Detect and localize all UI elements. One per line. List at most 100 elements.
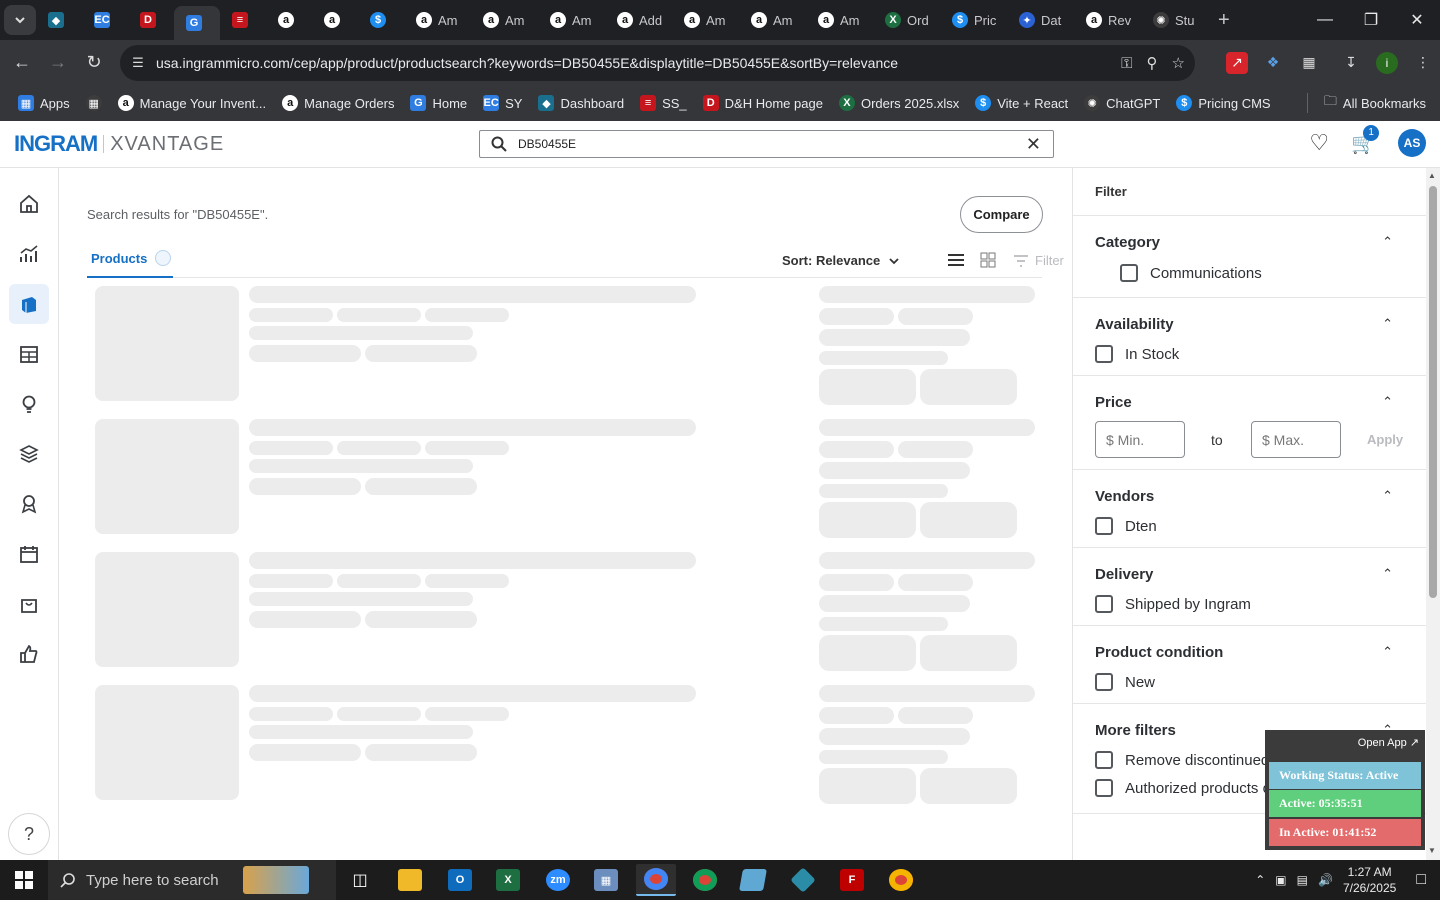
nav-calendar-icon[interactable] bbox=[9, 534, 49, 574]
forward-arrow-icon[interactable]: → bbox=[40, 45, 76, 81]
nav-layers-icon[interactable] bbox=[9, 434, 49, 474]
browser-tab[interactable]: ◆ bbox=[36, 5, 82, 35]
nav-warehouse-icon[interactable] bbox=[9, 334, 49, 374]
browser-tab[interactable]: a bbox=[266, 5, 312, 35]
bookmark-item[interactable]: EC SY bbox=[483, 95, 522, 111]
browser-tab[interactable]: ✦ Dat bbox=[1007, 5, 1074, 35]
browser-tab[interactable]: a Rev bbox=[1074, 5, 1141, 35]
checkbox-communications[interactable]: Communications bbox=[1120, 264, 1262, 282]
checkbox-box[interactable] bbox=[1095, 779, 1113, 797]
checkbox-box[interactable] bbox=[1095, 517, 1113, 535]
price-max-input[interactable]: $ Max. bbox=[1251, 421, 1341, 458]
site-info-icon[interactable]: ☰ bbox=[120, 55, 156, 71]
browser-tab[interactable]: EC bbox=[82, 5, 128, 35]
calculator-icon[interactable]: ▦ bbox=[586, 864, 626, 896]
close-window-icon[interactable]: ✕ bbox=[1394, 0, 1440, 40]
checkbox-box[interactable] bbox=[1120, 264, 1138, 282]
user-avatar[interactable]: AS bbox=[1398, 129, 1426, 157]
browser-tab[interactable]: a Am bbox=[471, 5, 538, 35]
taskbar-search-box[interactable]: Type here to search bbox=[48, 860, 336, 900]
excel-icon[interactable]: X bbox=[488, 864, 528, 896]
scroll-up-arrow-icon[interactable]: ▲ bbox=[1428, 171, 1436, 180]
chevron-up-icon[interactable]: ⌃ bbox=[1382, 234, 1393, 250]
minimize-icon[interactable]: — bbox=[1302, 0, 1348, 40]
browser-tab[interactable]: $ Pric bbox=[940, 5, 1007, 35]
nav-award-icon[interactable] bbox=[9, 484, 49, 524]
price-apply-button[interactable]: Apply bbox=[1367, 432, 1403, 447]
cart-icon[interactable]: 🛒 1 bbox=[1351, 124, 1380, 156]
browser-tab[interactable]: a Add bbox=[605, 5, 672, 35]
filter-button[interactable]: Filter bbox=[1013, 253, 1064, 268]
compare-button[interactable]: Compare bbox=[960, 196, 1043, 233]
bookmark-item[interactable]: $ Pricing CMS bbox=[1176, 95, 1271, 111]
checkbox-box[interactable] bbox=[1095, 345, 1113, 363]
browser-tab[interactable]: a Am bbox=[404, 5, 471, 35]
sort-dropdown[interactable]: Sort: Relevance bbox=[782, 253, 900, 268]
clock[interactable]: 1:27 AM 7/26/2025 bbox=[1343, 864, 1396, 896]
browser-tab[interactable]: G bbox=[174, 6, 220, 40]
profile-avatar[interactable]: i bbox=[1376, 51, 1398, 74]
checkbox-new[interactable]: New bbox=[1095, 673, 1155, 691]
checkbox-shipped-by-ingram[interactable]: Shipped by Ingram bbox=[1095, 595, 1251, 613]
nav-home-icon[interactable] bbox=[9, 184, 49, 224]
browser-tab[interactable]: ✺ Stu bbox=[1141, 5, 1208, 35]
ingram-xvantage-logo[interactable]: INGRAM XVANTAGE bbox=[14, 131, 224, 157]
bookmark-item[interactable]: X Orders 2025.xlsx bbox=[838, 95, 959, 111]
restore-icon[interactable]: ❐ bbox=[1348, 0, 1394, 40]
nav-ideas-bulb-icon[interactable] bbox=[9, 384, 49, 424]
address-bar[interactable]: ☰ usa.ingrammicro.com/cep/app/product/pr… bbox=[120, 45, 1195, 81]
file-explorer-icon[interactable] bbox=[390, 864, 430, 896]
clear-search-icon[interactable]: ✕ bbox=[1026, 134, 1041, 155]
chrome-profile-icon[interactable] bbox=[685, 864, 725, 896]
chrome-icon[interactable] bbox=[636, 864, 676, 896]
wishlist-heart-icon[interactable]: ♡ bbox=[1309, 130, 1329, 156]
page-scrollbar[interactable]: ▲ ▼ bbox=[1426, 168, 1440, 860]
zoom-app-icon[interactable]: zm bbox=[538, 864, 578, 896]
checkbox-in-stock[interactable]: In Stock bbox=[1095, 345, 1179, 363]
bookmark-item[interactable]: ✺ ChatGPT bbox=[1084, 95, 1160, 111]
browser-tab[interactable]: a bbox=[312, 5, 358, 35]
extensions-puzzle-icon[interactable]: ▦ bbox=[1298, 52, 1320, 74]
browser-menu-icon[interactable]: ⋮ bbox=[1412, 52, 1434, 74]
chrome-user-icon[interactable] bbox=[881, 864, 921, 896]
browser-tab[interactable]: a Am bbox=[672, 5, 739, 35]
bookmark-item[interactable]: ◆ Dashboard bbox=[538, 95, 624, 111]
all-bookmarks[interactable]: 🗀 All Bookmarks bbox=[1306, 85, 1426, 121]
bookmark-item[interactable]: ≡ SS_ bbox=[640, 95, 687, 111]
scroll-down-arrow-icon[interactable]: ▼ bbox=[1428, 846, 1436, 855]
grid-view-icon[interactable] bbox=[980, 252, 996, 273]
browser-tab[interactable]: $ bbox=[358, 5, 404, 35]
chevron-up-icon[interactable]: ⌃ bbox=[1382, 644, 1393, 660]
nav-analytics-icon[interactable] bbox=[9, 234, 49, 274]
diamond-app-icon[interactable] bbox=[783, 864, 823, 896]
search-icon[interactable] bbox=[480, 136, 518, 152]
tab-products[interactable]: Products bbox=[87, 240, 173, 278]
volume-icon[interactable]: 🔊 bbox=[1318, 873, 1333, 887]
bookmark-item[interactable]: ▦ Apps bbox=[18, 95, 70, 111]
checkbox-authorized-only[interactable]: Authorized products only bbox=[1095, 779, 1290, 797]
extension-red-icon[interactable]: ↗ bbox=[1226, 51, 1248, 74]
new-tab-button[interactable]: + bbox=[1218, 9, 1230, 32]
network-icon[interactable]: ▤ bbox=[1297, 873, 1308, 887]
bookmark-item[interactable]: $ Vite + React bbox=[975, 95, 1068, 111]
checkbox-dten[interactable]: Dten bbox=[1095, 517, 1157, 535]
notifications-icon[interactable]: □ bbox=[1416, 871, 1426, 889]
browser-tab[interactable]: ≡ bbox=[220, 5, 266, 35]
windows-start-icon[interactable] bbox=[0, 860, 48, 900]
list-view-icon[interactable] bbox=[947, 252, 965, 273]
extension-blue-icon[interactable]: ❖ bbox=[1262, 52, 1284, 74]
chevron-up-icon[interactable]: ⌃ bbox=[1382, 488, 1393, 504]
show-hidden-icons-icon[interactable]: ⌃ bbox=[1255, 873, 1265, 887]
bookmark-item[interactable]: a Manage Orders bbox=[282, 95, 394, 111]
reload-icon[interactable]: ↻ bbox=[76, 45, 112, 81]
notes-app-icon[interactable] bbox=[733, 864, 773, 896]
open-app-link[interactable]: Open App ↗ bbox=[1358, 736, 1419, 749]
checkbox-box[interactable] bbox=[1095, 595, 1113, 613]
nav-thumbs-up-icon[interactable] bbox=[9, 634, 49, 674]
password-key-icon[interactable]: ⚿ bbox=[1121, 55, 1132, 72]
scrollbar-thumb[interactable] bbox=[1429, 186, 1437, 598]
help-question-icon[interactable]: ? bbox=[8, 813, 50, 855]
back-arrow-icon[interactable]: ← bbox=[4, 45, 40, 81]
outlook-icon[interactable]: O bbox=[440, 864, 480, 896]
bookmark-item[interactable]: G Home bbox=[410, 95, 467, 111]
